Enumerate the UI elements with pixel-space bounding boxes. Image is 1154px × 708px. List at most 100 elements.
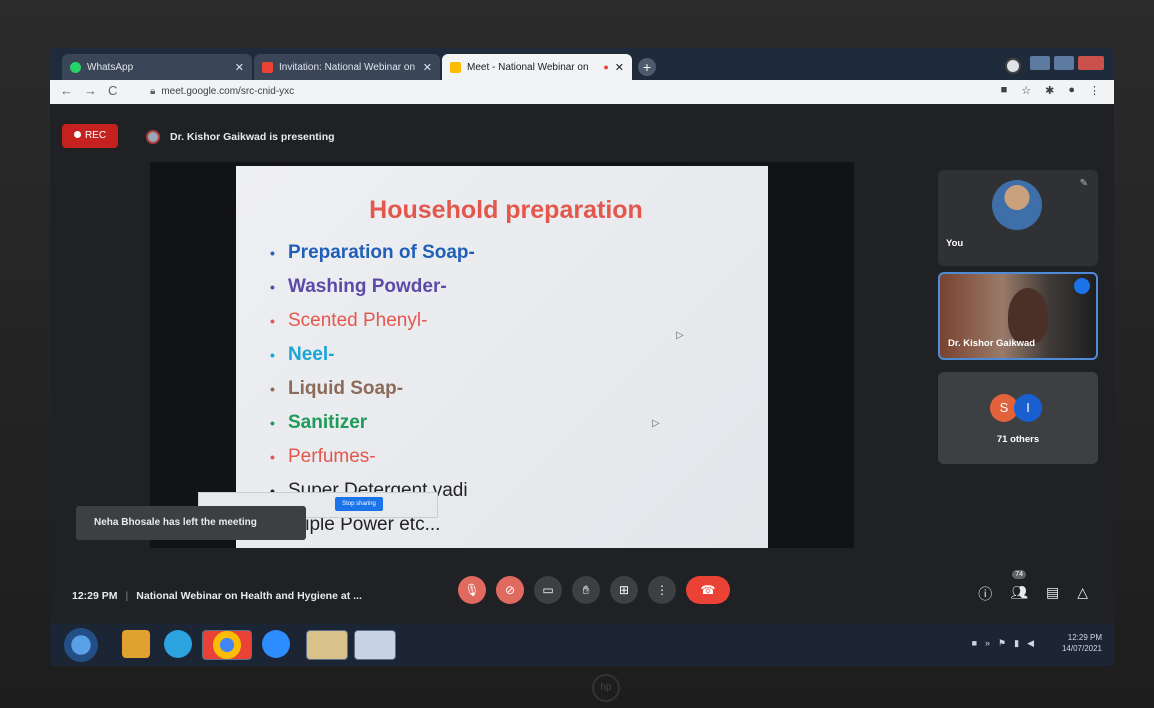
address-bar-icons: ■ ☆ ✱ ● ⋮ — [1001, 84, 1100, 97]
close-icon[interactable]: ✕ — [423, 61, 432, 74]
rec-label: REC — [84, 130, 107, 141]
clock-date: 14/07/2021 — [1061, 644, 1102, 653]
captions-icon[interactable]: ▭ — [534, 576, 562, 604]
meeting-title: National Webinar on Health and Hygiene a… — [136, 590, 362, 602]
flag-icon[interactable]: ⚑ — [998, 638, 1006, 649]
forward-icon[interactable]: → — [84, 83, 97, 98]
end-call-icon[interactable]: ☎︎ — [686, 576, 730, 604]
profile-icon[interactable] — [1005, 58, 1021, 74]
recording-dot-icon: ● — [603, 62, 609, 72]
url-text: meet.google.com/src-cnid-yxc — [161, 86, 295, 97]
mouse-cursor-icon: ▷ — [652, 418, 660, 429]
account-icon[interactable]: ● — [1068, 84, 1075, 97]
tile-label: You — [946, 238, 964, 249]
activities-icon[interactable]: △ — [1077, 584, 1088, 604]
taskbar: ■ » ⚑ ▮ ◀︎ 12:29 PM 14/07/2021 — [50, 624, 1114, 666]
window-controls — [1030, 56, 1104, 70]
stop-sharing-button[interactable]: Stop sharing — [335, 497, 383, 511]
mouse-cursor-icon: ▷ — [676, 330, 684, 341]
notification-toast: Neha Bhosale has left the meeting — [76, 506, 306, 540]
lock-icon: 🔒︎ — [150, 86, 156, 97]
recording-badge: REC — [62, 124, 118, 148]
close-window-button[interactable] — [1078, 56, 1104, 70]
tray-app-icon[interactable]: ■ — [972, 638, 977, 649]
url-field[interactable]: 🔒︎ meet.google.com/src-cnid-yxc — [136, 83, 990, 101]
tile-label: Dr. Kishor Gaikwad — [948, 338, 1036, 349]
record-dot-icon — [73, 131, 81, 138]
presenter-banner: Dr. Kishor Gaikwad is presenting — [146, 130, 335, 144]
slide-title: Household preparation — [369, 196, 643, 224]
hp-logo: hp — [592, 674, 620, 702]
reload-icon[interactable]: C — [108, 83, 117, 98]
network-icon[interactable]: ▮ — [1014, 638, 1019, 649]
raise-hand-icon[interactable]: ✋︎ — [572, 576, 600, 604]
slide-bullet: • Sanitizer — [270, 412, 368, 433]
chat-icon[interactable]: ▤ — [1046, 584, 1059, 604]
tab-label: WhatsApp — [87, 61, 134, 73]
info-icon[interactable]: ⓘ — [978, 584, 992, 604]
meet-control-bar: 12:29 PM | National Webinar on Health and … — [50, 570, 1114, 624]
tray-expand-icon[interactable]: » — [985, 638, 990, 649]
tile-label: 71 others — [996, 434, 1040, 445]
tab-invitation[interactable]: Invitation: National Webinar on … ✕ — [254, 54, 440, 80]
presenter-avatar — [146, 130, 160, 144]
tile-speaker[interactable]: Dr. Kishor Gaikwad — [938, 272, 1098, 360]
tab-whatsapp[interactable]: WhatsApp ✕ — [62, 54, 252, 80]
slide-bullet: • Liquid Soap- — [270, 378, 404, 399]
call-controls: 🎙︎ ⊘ ▭ ✋︎ ⊞ ⋮ ☎︎ — [458, 576, 730, 604]
media-player-icon[interactable] — [122, 630, 150, 658]
word-icon[interactable] — [354, 630, 396, 660]
tile-you[interactable]: ✎ You — [938, 170, 1098, 266]
chrome-icon[interactable] — [202, 630, 252, 660]
avatar — [992, 180, 1042, 230]
camera-off-icon[interactable]: ⊘ — [496, 576, 524, 604]
new-tab-button[interactable]: + — [638, 58, 656, 76]
menu-icon[interactable]: ⋮ — [1089, 84, 1100, 97]
clock[interactable]: 12:29 PM 14/07/2021 — [1062, 632, 1102, 654]
meeting-info: 12:29 PM | National Webinar on Health and … — [72, 590, 362, 602]
more-options-icon[interactable]: ⋮ — [648, 576, 676, 604]
start-button[interactable] — [64, 628, 98, 662]
close-icon[interactable]: ✕ — [235, 61, 244, 74]
back-icon[interactable]: ← — [60, 83, 73, 98]
mic-off-icon[interactable]: 🎙︎ — [458, 576, 486, 604]
meet-icon — [450, 61, 461, 73]
telegram-icon[interactable] — [164, 630, 192, 658]
clock-time: 12:29 PM — [1067, 633, 1102, 642]
tab-label: Meet - National Webinar on — [467, 61, 589, 73]
slide-bullet: • Neel- — [270, 344, 335, 365]
people-count-badge: 74 — [1012, 570, 1026, 579]
file-explorer-icon[interactable] — [306, 630, 348, 660]
whatsapp-icon — [70, 61, 81, 73]
maximize-button[interactable] — [1054, 56, 1074, 70]
tab-meet[interactable]: Meet - National Webinar on ● ✕ — [442, 54, 632, 80]
meeting-time: 12:29 PM — [72, 590, 118, 602]
pin-icon[interactable]: ✎ — [1080, 178, 1088, 189]
tab-label: Invitation: National Webinar on … — [279, 61, 417, 73]
slide-bullet: • Scented Phenyl- — [270, 310, 428, 331]
extensions-icon[interactable]: ✱ — [1045, 84, 1054, 97]
volume-icon[interactable]: ◀︎ — [1027, 638, 1034, 649]
speaker-video — [1008, 288, 1048, 344]
speaking-indicator-icon — [1074, 278, 1090, 294]
screen: WhatsApp ✕ Invitation: National Webinar … — [50, 48, 1114, 666]
gmail-icon — [262, 61, 273, 73]
system-tray: ■ » ⚑ ▮ ◀︎ — [972, 638, 1034, 649]
slide-bullet: • Preparation of Soap- — [270, 242, 475, 263]
tile-others[interactable]: S I 71 others — [938, 372, 1098, 464]
presenting-text: Dr. Kishor Gaikwad is presenting — [170, 131, 335, 143]
browser-tab-bar: WhatsApp ✕ Invitation: National Webinar … — [50, 48, 1114, 80]
people-icon[interactable]: 👥︎ 74 — [1010, 570, 1028, 604]
address-bar: ← → C 🔒︎ meet.google.com/src-cnid-yxc ■ ☆… — [50, 80, 1114, 104]
avatar: I — [1014, 394, 1042, 422]
zoom-icon[interactable] — [262, 630, 290, 658]
camera-icon[interactable]: ■ — [1001, 84, 1008, 97]
minimize-button[interactable] — [1030, 56, 1050, 70]
close-icon[interactable]: ✕ — [615, 61, 624, 74]
presentation-slide: Household preparation • Preparation of So… — [236, 166, 768, 548]
slide-bullet: • Perfumes- — [270, 446, 376, 467]
slide-bullet: • Washing Powder- — [270, 276, 447, 297]
present-icon[interactable]: ⊞ — [610, 576, 638, 604]
meet-side-icons: ⓘ 👥︎ 74 ▤ △ — [978, 570, 1088, 604]
star-icon[interactable]: ☆ — [1021, 84, 1031, 97]
